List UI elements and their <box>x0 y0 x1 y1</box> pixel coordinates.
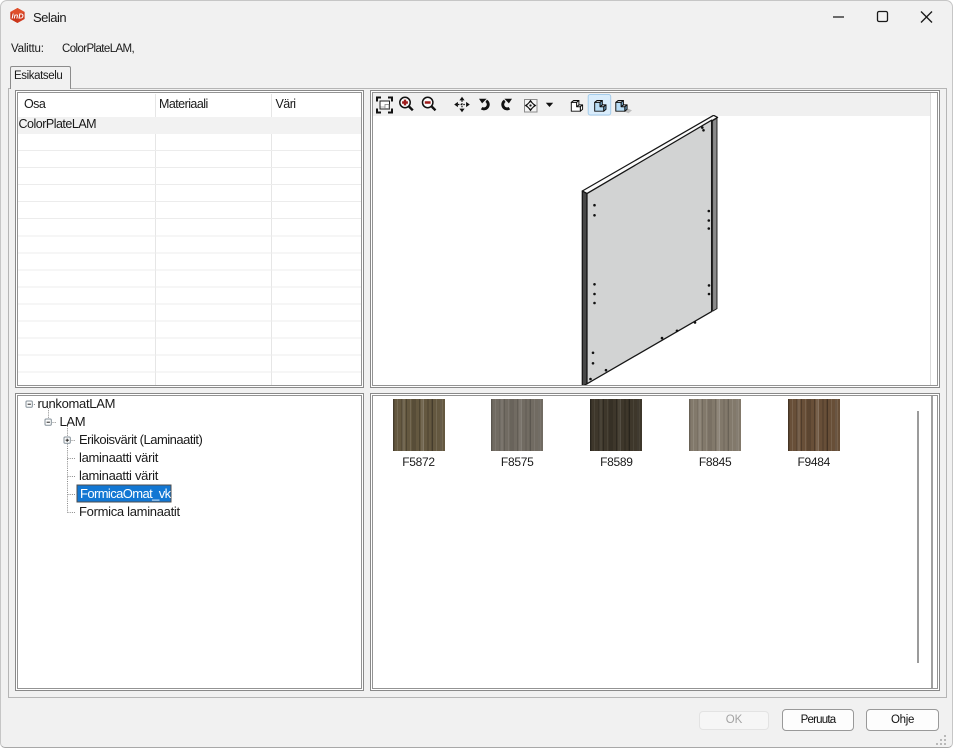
svg-text:InD: InD <box>11 11 24 20</box>
svg-text:LAM: LAM <box>60 414 86 429</box>
svg-text:laminaatti värit: laminaatti värit <box>79 450 159 465</box>
svg-text:Erikoisvärit (Laminaatit): Erikoisvärit (Laminaatit) <box>79 432 202 447</box>
svg-text:laminaatti värit: laminaatti värit <box>79 468 159 483</box>
svg-text:FormicaOmat_vk: FormicaOmat_vk <box>80 486 172 501</box>
svg-text:Formica laminaatit: Formica laminaatit <box>79 504 180 519</box>
svg-text:runkomatLAM: runkomatLAM <box>38 396 116 411</box>
